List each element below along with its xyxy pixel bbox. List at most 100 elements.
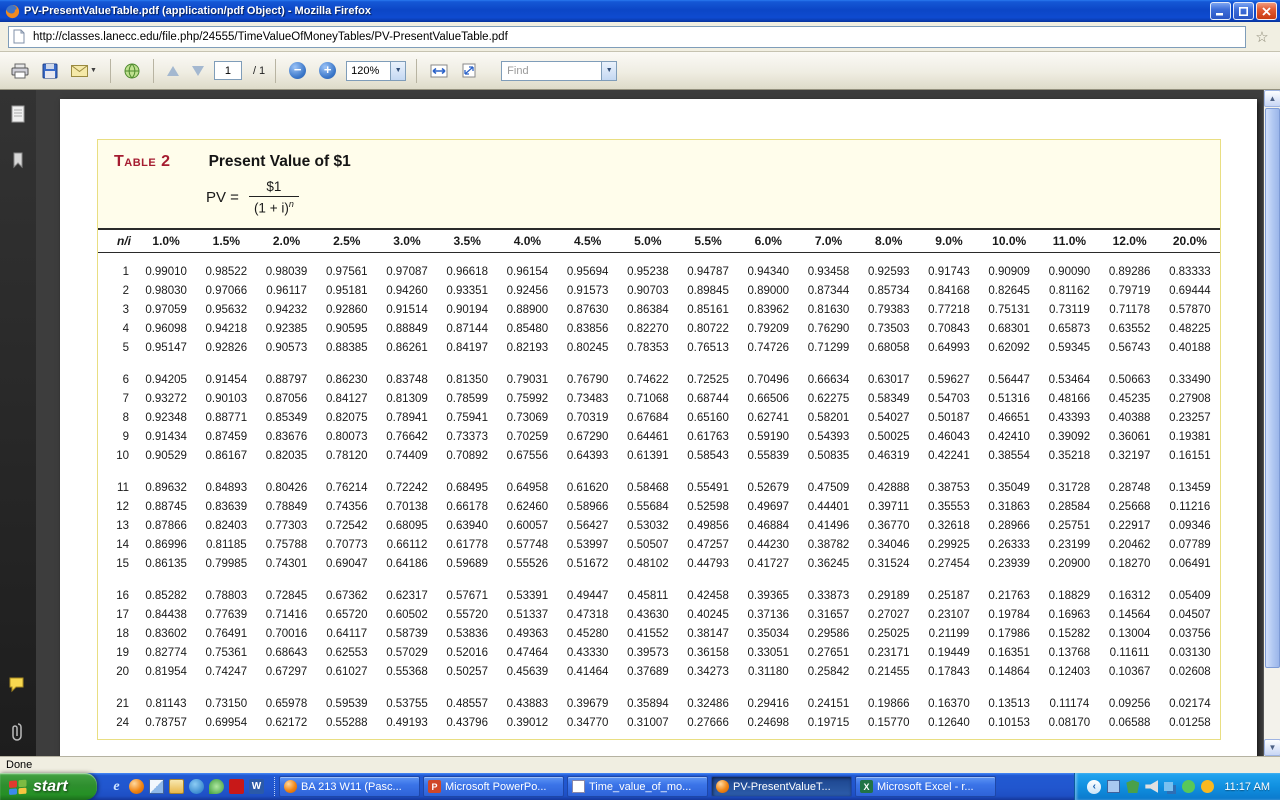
pv-factor-cell: 0.15770 bbox=[859, 714, 919, 733]
firefox-icon[interactable] bbox=[129, 779, 144, 794]
pv-factor-cell: 0.65978 bbox=[256, 695, 316, 714]
maximize-button[interactable] bbox=[1233, 2, 1254, 20]
display-settings-icon[interactable] bbox=[1107, 780, 1120, 793]
comments-panel-icon[interactable] bbox=[8, 676, 28, 699]
windows-messenger-icon[interactable] bbox=[1182, 780, 1195, 793]
tray-icons bbox=[1107, 780, 1214, 793]
taskbar-button-label: Microsoft Excel - r... bbox=[877, 781, 974, 793]
pv-factor-cell: 0.68643 bbox=[256, 644, 316, 663]
pv-factor-cell: 0.94232 bbox=[256, 301, 316, 320]
pv-factor-cell: 0.11174 bbox=[1039, 695, 1099, 714]
start-button-label: start bbox=[33, 778, 68, 796]
pv-factor-cell: 0.58201 bbox=[798, 409, 858, 428]
period-cell: 3 bbox=[98, 301, 136, 320]
pv-factor-cell: 0.62092 bbox=[979, 339, 1039, 371]
word-icon[interactable]: W bbox=[249, 779, 264, 794]
taskbar-button[interactable]: Time_value_of_mo... bbox=[567, 776, 708, 797]
acrobat-icon[interactable] bbox=[229, 779, 244, 794]
pv-factor-cell: 0.94340 bbox=[738, 253, 798, 283]
messenger-icon[interactable] bbox=[209, 779, 224, 794]
vertical-scrollbar[interactable]: ▲ ▼ bbox=[1263, 90, 1280, 756]
previous-page-button[interactable] bbox=[164, 63, 182, 79]
pv-factor-cell: 0.19381 bbox=[1160, 428, 1220, 447]
page-number-input[interactable] bbox=[214, 61, 242, 80]
attachments-panel-icon[interactable] bbox=[11, 721, 25, 746]
table-row: 40.960980.942180.923850.905950.888490.87… bbox=[98, 320, 1220, 339]
pv-factor-cell: 0.66506 bbox=[738, 390, 798, 409]
pv-factor-cell: 0.35894 bbox=[618, 695, 678, 714]
pv-factor-cell: 0.82645 bbox=[979, 282, 1039, 301]
period-cell: 19 bbox=[98, 644, 136, 663]
pv-factor-cell: 0.78599 bbox=[437, 390, 497, 409]
pv-factor-cell: 0.37136 bbox=[738, 606, 798, 625]
taskbar-button[interactable]: PMicrosoft PowerPo... bbox=[423, 776, 564, 797]
zoom-out-button[interactable]: − bbox=[286, 59, 309, 82]
close-button[interactable] bbox=[1256, 2, 1277, 20]
pv-factor-cell: 0.87459 bbox=[196, 428, 256, 447]
period-cell: 8 bbox=[98, 409, 136, 428]
bookmarks-panel-icon[interactable] bbox=[9, 151, 27, 174]
pv-factor-cell: 0.45811 bbox=[618, 587, 678, 606]
pv-factor-cell: 0.43796 bbox=[437, 714, 497, 733]
pv-factor-cell: 0.64186 bbox=[377, 555, 437, 587]
pv-factor-cell: 0.81309 bbox=[377, 390, 437, 409]
pv-factor-cell: 0.34770 bbox=[558, 714, 618, 733]
bookmark-star-icon[interactable]: ☆ bbox=[1252, 28, 1272, 46]
pv-factor-cell: 0.35049 bbox=[979, 479, 1039, 498]
start-button[interactable]: start bbox=[0, 773, 97, 800]
outlook-icon[interactable] bbox=[169, 779, 184, 794]
volume-icon[interactable] bbox=[1145, 780, 1158, 793]
pv-factor-cell: 0.46651 bbox=[979, 409, 1039, 428]
taskbar-divider bbox=[274, 777, 277, 796]
taskbar-button[interactable]: XMicrosoft Excel - r... bbox=[855, 776, 996, 797]
pv-factor-cell: 0.78941 bbox=[377, 409, 437, 428]
zoom-in-button[interactable]: + bbox=[316, 59, 339, 82]
firefox-icon bbox=[5, 4, 20, 19]
save-button[interactable] bbox=[39, 60, 61, 82]
pv-factor-cell: 0.09346 bbox=[1160, 517, 1220, 536]
taskbar-button[interactable]: BA 213 W11 (Pasc... bbox=[279, 776, 420, 797]
media-player-icon[interactable] bbox=[189, 779, 204, 794]
pv-factor-cell: 0.64393 bbox=[558, 447, 618, 479]
fit-width-button[interactable] bbox=[427, 61, 451, 81]
scrollbar-thumb[interactable] bbox=[1265, 108, 1280, 668]
next-page-button[interactable] bbox=[189, 63, 207, 79]
network-status-icon[interactable] bbox=[1164, 782, 1173, 791]
scroll-up-button[interactable]: ▲ bbox=[1264, 90, 1280, 107]
title-bar: PV-PresentValueTable.pdf (application/pd… bbox=[0, 0, 1280, 22]
pv-factor-cell: 0.76290 bbox=[798, 320, 858, 339]
search-web-button[interactable] bbox=[121, 60, 143, 82]
scroll-down-button[interactable]: ▼ bbox=[1264, 739, 1280, 756]
pv-factor-cell: 0.68301 bbox=[979, 320, 1039, 339]
window-title: PV-PresentValueTable.pdf (application/pd… bbox=[24, 5, 1210, 17]
pv-factor-cell: 0.74356 bbox=[317, 498, 377, 517]
pages-panel-icon[interactable] bbox=[9, 104, 27, 129]
taskbar-button[interactable]: PV-PresentValueT... bbox=[711, 776, 852, 797]
email-button[interactable]: ▼ bbox=[68, 62, 100, 80]
pv-factor-cell: 0.80245 bbox=[558, 339, 618, 371]
pv-factor-cell: 0.74726 bbox=[738, 339, 798, 371]
zoom-dropdown-arrow[interactable]: ▼ bbox=[390, 61, 406, 81]
pv-factor-cell: 0.29189 bbox=[859, 587, 919, 606]
pv-factor-cell: 0.59345 bbox=[1039, 339, 1099, 371]
internet-explorer-icon[interactable]: e bbox=[109, 779, 124, 794]
pv-factor-cell: 0.58543 bbox=[678, 447, 738, 479]
windows-update-icon[interactable] bbox=[1201, 780, 1214, 793]
show-desktop-icon[interactable] bbox=[149, 779, 164, 794]
antivirus-shield-icon[interactable] bbox=[1126, 780, 1139, 793]
zoom-level-input[interactable] bbox=[346, 61, 390, 81]
minus-icon: − bbox=[289, 62, 306, 79]
hide-inactive-icons-button[interactable]: ‹ bbox=[1087, 780, 1101, 794]
pv-factor-cell: 0.73069 bbox=[497, 409, 557, 428]
pv-factor-cell: 0.29586 bbox=[798, 625, 858, 644]
url-input[interactable] bbox=[8, 26, 1246, 48]
find-input[interactable] bbox=[501, 61, 601, 81]
pv-factor-cell: 0.62741 bbox=[738, 409, 798, 428]
find-dropdown-arrow[interactable]: ▼ bbox=[601, 61, 617, 81]
fit-page-button[interactable] bbox=[458, 60, 480, 81]
pv-factor-cell: 0.13768 bbox=[1039, 644, 1099, 663]
pv-factor-cell: 0.77639 bbox=[196, 606, 256, 625]
pv-factor-cell: 0.39365 bbox=[738, 587, 798, 606]
print-button[interactable] bbox=[8, 60, 32, 82]
minimize-button[interactable] bbox=[1210, 2, 1231, 20]
